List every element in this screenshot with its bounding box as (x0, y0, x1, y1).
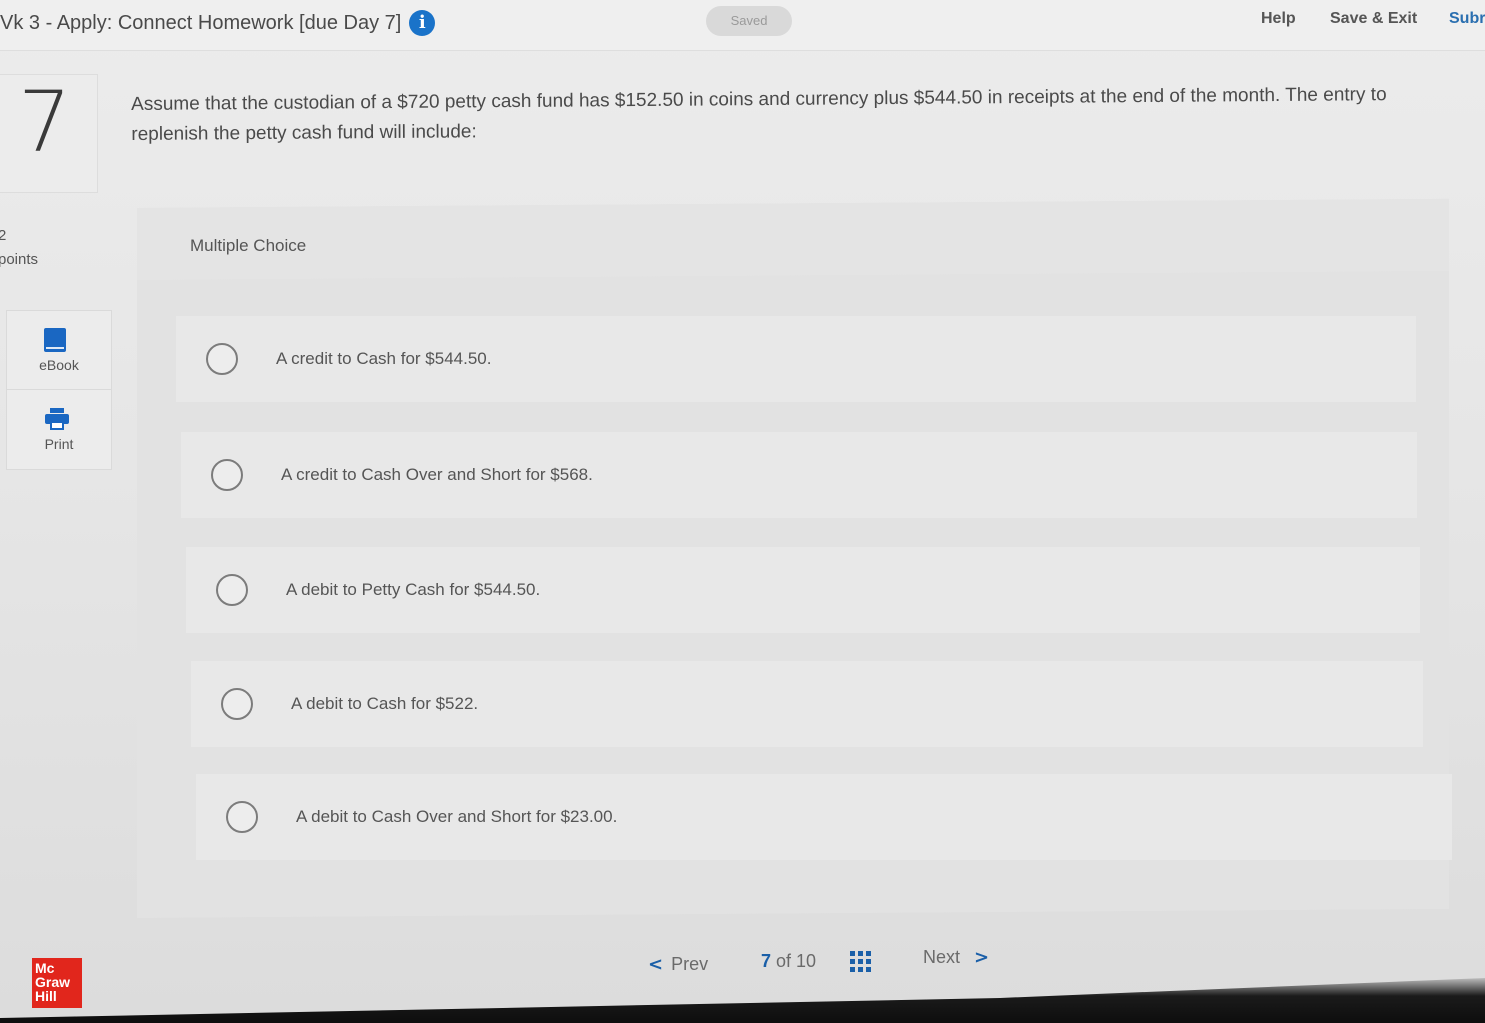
radio-button[interactable] (206, 343, 238, 375)
print-button[interactable]: Print (7, 390, 111, 468)
submit-link[interactable]: Subr (1449, 10, 1485, 28)
assignment-title-text: Vk 3 - Apply: Connect Homework [due Day … (0, 11, 402, 34)
answer-option-text: A credit to Cash for $544.50. (276, 349, 492, 368)
logo-line: Graw (35, 974, 71, 990)
answer-option-5[interactable]: A debit to Cash Over and Short for $23.0… (196, 774, 1452, 860)
total-questions: of 10 (776, 951, 817, 971)
help-link[interactable]: Help (1261, 10, 1296, 28)
answer-option-text: A debit to Cash for $522. (291, 694, 479, 713)
current-question-number: 7 (761, 951, 772, 971)
page-indicator: 7 of 10 (761, 951, 816, 972)
radio-button[interactable] (221, 688, 253, 720)
answer-option-text: A credit to Cash Over and Short for $568… (281, 465, 593, 484)
answer-option-text: A debit to Cash Over and Short for $23.0… (296, 807, 618, 826)
book-icon (44, 328, 66, 352)
question-number: 7 (18, 73, 72, 171)
points-value: 2 (0, 227, 7, 244)
top-bar: Vk 3 - Apply: Connect Homework [due Day … (0, 0, 1485, 51)
saved-status-badge: Saved (706, 6, 792, 36)
answer-option-1[interactable]: A credit to Cash for $544.50. (176, 316, 1416, 402)
chevron-right-icon: > (974, 947, 990, 968)
answer-option-3[interactable]: A debit to Petty Cash for $544.50. (186, 547, 1420, 633)
assignment-title: Vk 3 - Apply: Connect Homework [due Day … (0, 10, 436, 36)
answer-option-2[interactable]: A credit to Cash Over and Short for $568… (181, 432, 1417, 518)
answer-option-text: A debit to Petty Cash for $544.50. (286, 580, 541, 599)
ebook-label: eBook (39, 357, 79, 373)
grid-icon[interactable] (850, 951, 871, 972)
radio-button[interactable] (216, 574, 248, 606)
info-icon[interactable]: i (409, 10, 436, 36)
multiple-choice-title: Multiple Choice (190, 236, 307, 255)
logo-line: Mc (35, 960, 55, 976)
print-label: Print (44, 436, 74, 452)
mcgraw-hill-logo: Mc Graw Hill (32, 958, 82, 1008)
multiple-choice-header (137, 198, 1449, 280)
chevron-left-icon: < (648, 954, 664, 975)
answer-option-4[interactable]: A debit to Cash for $522. (191, 661, 1423, 747)
save-exit-link[interactable]: Save & Exit (1330, 10, 1417, 28)
points-label: points (0, 251, 39, 268)
prev-button[interactable]: < Prev (648, 954, 708, 975)
next-button[interactable]: Next > (923, 947, 989, 968)
question-text: Assume that the custodian of a $720 pett… (131, 84, 1387, 145)
next-label: Next (923, 947, 961, 967)
logo-line: Hill (35, 988, 57, 1004)
radio-button[interactable] (226, 801, 258, 833)
printer-icon (45, 408, 69, 430)
tools-panel: eBook Print (6, 310, 112, 470)
radio-button[interactable] (211, 459, 243, 491)
prev-label: Prev (671, 954, 709, 974)
ebook-button[interactable]: eBook (7, 311, 111, 390)
